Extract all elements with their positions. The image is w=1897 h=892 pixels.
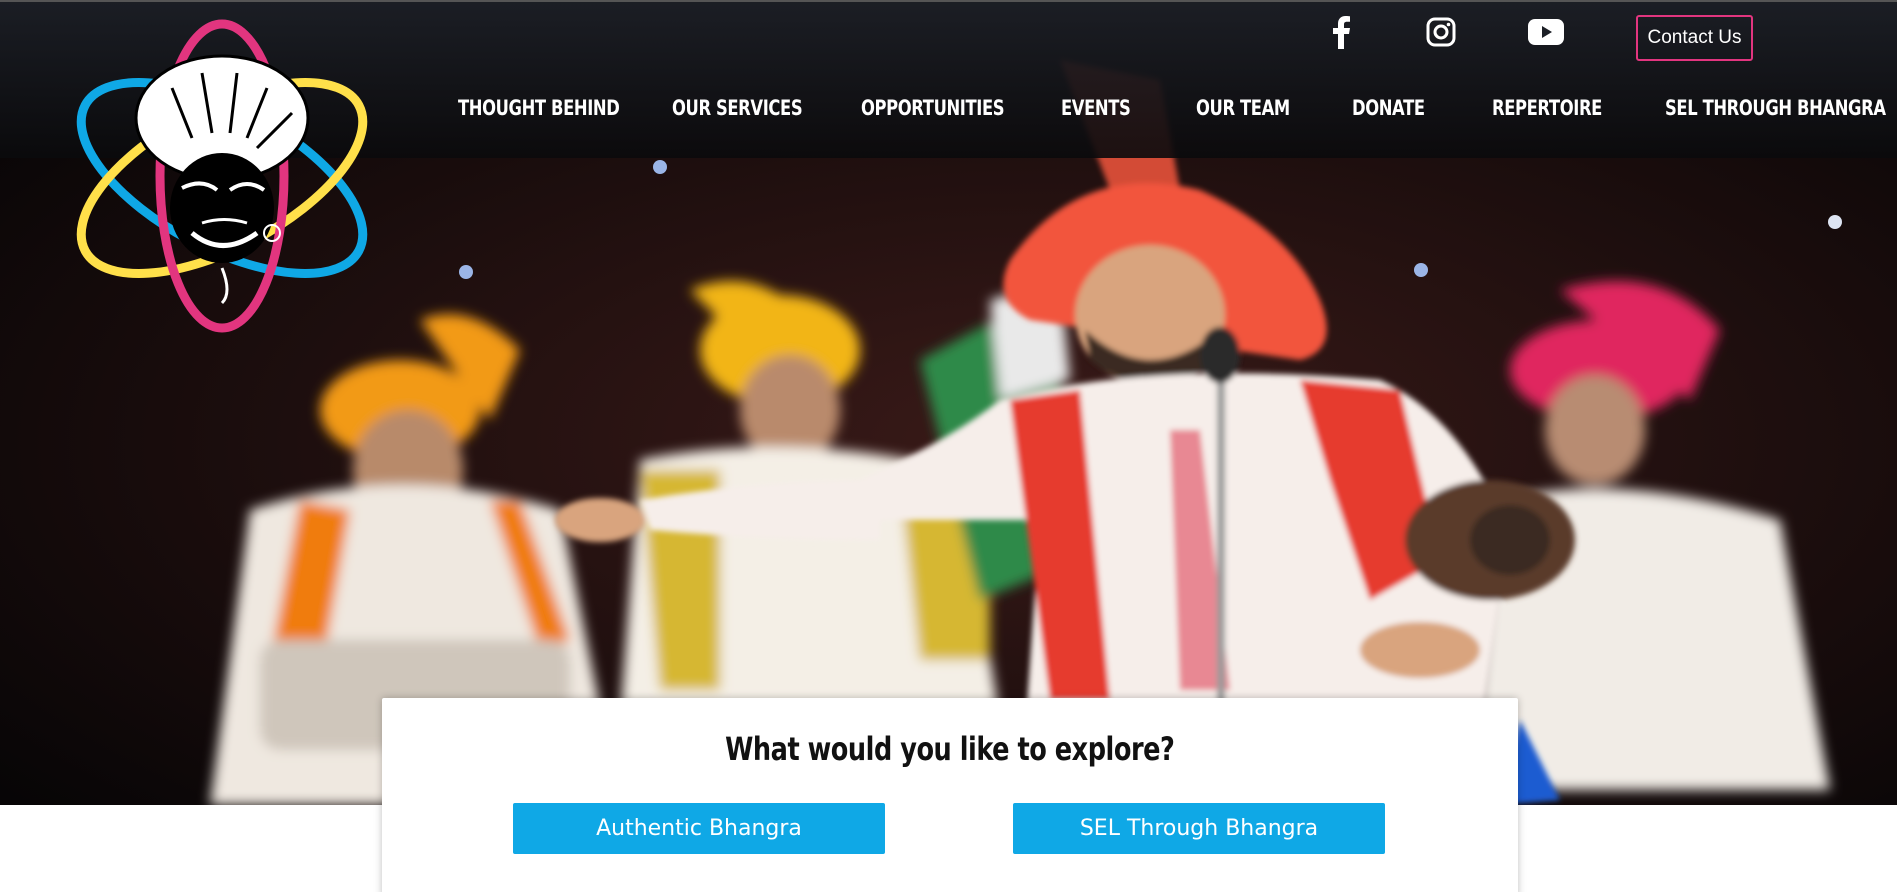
authentic-bhangra-button[interactable]: Authentic Bhangra: [513, 803, 885, 854]
main-nav: THOUGHT BEHIND OUR SERVICES OPPORTUNITIE…: [0, 96, 1897, 126]
nav-item-our-team[interactable]: OUR TEAM: [1196, 96, 1290, 120]
instagram-icon: [1426, 17, 1456, 47]
nav-item-thought-behind[interactable]: THOUGHT BEHIND: [458, 96, 620, 120]
instagram-link[interactable]: [1424, 12, 1458, 52]
nav-item-opportunities[interactable]: OPPORTUNITIES: [861, 96, 1005, 120]
sel-through-bhangra-button[interactable]: SEL Through Bhangra: [1013, 803, 1385, 854]
explore-title: What would you like to explore?: [382, 730, 1518, 768]
facebook-link[interactable]: [1325, 12, 1357, 52]
nav-item-events[interactable]: EVENTS: [1061, 96, 1131, 120]
nav-item-our-services[interactable]: OUR SERVICES: [672, 96, 803, 120]
explore-title-text: What would you like to explore?: [725, 730, 1175, 768]
page: Contact Us THOUGHT BEHIND OUR SERVICES O…: [0, 0, 1897, 892]
youtube-icon: [1528, 19, 1564, 45]
nav-item-repertoire[interactable]: REPERTOIRE: [1492, 96, 1602, 120]
bhangra-dancer-logo-icon: [76, 19, 368, 333]
explore-card: What would you like to explore? Authenti…: [382, 698, 1518, 892]
site-logo[interactable]: [52, 18, 392, 336]
youtube-link[interactable]: [1526, 12, 1566, 52]
nav-item-sel-through-bhangra[interactable]: SEL THROUGH BHANGRA: [1665, 96, 1886, 120]
facebook-icon: [1333, 16, 1350, 49]
nav-item-donate[interactable]: DONATE: [1352, 96, 1425, 120]
contact-us-button[interactable]: Contact Us: [1636, 15, 1753, 61]
